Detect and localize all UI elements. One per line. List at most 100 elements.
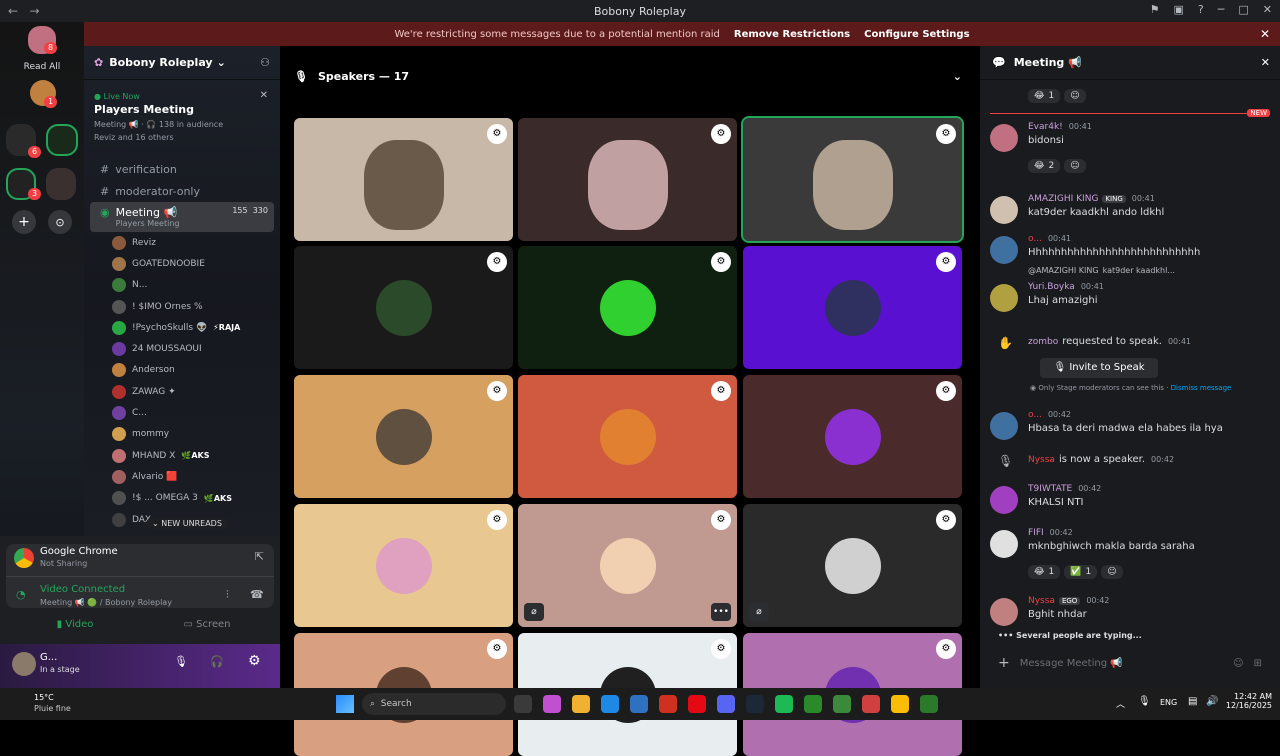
user-avatar[interactable] — [990, 486, 1018, 514]
voice-user[interactable]: N... — [84, 275, 280, 296]
voice-user[interactable]: Anderson — [84, 360, 280, 381]
voice-channel-meeting[interactable]: ◉ Meeting 📢 Players Meeting 155 330 — [90, 202, 274, 232]
speaker-tile[interactable]: ⚙ — [518, 375, 737, 498]
user-avatar[interactable] — [990, 196, 1018, 224]
voice-connected-status[interactable]: Video Connected — [40, 584, 125, 595]
message-username[interactable]: Nyssa — [1028, 455, 1055, 465]
configure-settings-link[interactable]: Configure Settings — [864, 29, 969, 40]
taskbar-app-icon[interactable] — [746, 695, 764, 713]
user-avatar[interactable] — [990, 236, 1018, 264]
screen-share-icon[interactable]: ▣ — [1174, 3, 1184, 16]
taskbar-app-icon[interactable] — [572, 695, 590, 713]
close-live-icon[interactable]: ✕ — [260, 90, 268, 101]
headphones-icon[interactable]: 🎧 — [210, 655, 224, 668]
message-input[interactable]: Message Meeting 📢 — [1020, 658, 1123, 669]
taskbar-app-icon[interactable] — [514, 695, 532, 713]
taskbar-app-icon[interactable] — [920, 695, 938, 713]
chevron-up-icon[interactable]: ︿ — [1116, 697, 1125, 710]
emoji-icon[interactable]: ☺ — [1233, 658, 1243, 669]
voice-user[interactable]: 24 MOUSSAOUI — [84, 338, 280, 359]
taskbar-app-icon[interactable] — [862, 695, 880, 713]
add-server-icon[interactable]: + — [12, 210, 36, 234]
voice-user[interactable]: ! $IMO Ornes % — [84, 296, 280, 317]
user-avatar[interactable] — [990, 530, 1018, 558]
guild-header[interactable]: ✿ Bobony Roleplay ⌄ ⚇ — [84, 46, 280, 80]
voice-user[interactable]: !PsychoSkulls 👽 ⚡RAJA — [84, 317, 280, 338]
voice-user[interactable]: MHAND X 🌿AKS — [84, 445, 280, 466]
message-username[interactable]: T9IWTATE — [1028, 484, 1072, 494]
add-attachment-icon[interactable]: + — [998, 655, 1010, 671]
taskbar-app-icon[interactable] — [717, 695, 735, 713]
voice-user[interactable]: C... — [84, 402, 280, 423]
more-options-icon[interactable]: ••• — [711, 603, 731, 621]
discover-icon[interactable]: ⊙ — [48, 210, 72, 234]
message-username[interactable]: Nyssa — [1028, 596, 1055, 606]
reaction-laugh[interactable]: 😂 2 — [1028, 159, 1061, 173]
add-reaction-icon[interactable]: ☺ — [1064, 159, 1086, 173]
taskbar-app-icon[interactable] — [775, 695, 793, 713]
reply-preview[interactable]: @AMAZIGHI KING kat9der kaadkhl... — [1028, 266, 1175, 275]
speaker-tile[interactable]: ⚙ — [518, 246, 737, 369]
video-button[interactable]: ▮ Video — [14, 616, 136, 634]
message-username[interactable]: zombo — [1028, 337, 1058, 347]
speaker-tile[interactable]: ⚙ — [294, 504, 513, 627]
invite-to-speak-button[interactable]: 🎙 Invite to Speak — [1040, 358, 1158, 378]
dismiss-message-link[interactable]: Dismiss message — [1171, 384, 1232, 392]
search-box[interactable]: ⌕ Search — [362, 693, 506, 715]
speaker-tile[interactable]: ⚙ — [743, 246, 962, 369]
taskbar-app-icon[interactable] — [659, 695, 677, 713]
voice-user[interactable]: GOATEDNOOBIE — [84, 253, 280, 274]
disconnect-icon[interactable]: ☎ — [250, 588, 264, 601]
remove-restrictions-link[interactable]: Remove Restrictions — [734, 29, 850, 40]
add-reaction-icon[interactable]: ☺ — [1101, 565, 1123, 579]
screen-button[interactable]: ▭ Screen — [146, 616, 268, 634]
add-reaction-icon[interactable]: ☺ — [1064, 89, 1086, 103]
collapse-chevron-icon[interactable]: ⌄ — [953, 70, 962, 83]
network-icon[interactable]: ▤ — [1188, 696, 1197, 707]
apps-icon[interactable]: ⊞ — [1254, 658, 1262, 669]
taskbar-app-icon[interactable] — [833, 695, 851, 713]
taskbar-app-icon[interactable] — [630, 695, 648, 713]
close-window-button[interactable]: ✕ — [1263, 3, 1272, 16]
windows-start-icon[interactable] — [336, 695, 354, 713]
reaction-check[interactable]: ✅ 1 — [1064, 565, 1098, 579]
settings-gear-icon[interactable]: ⚙ — [248, 653, 261, 669]
speaker-tile[interactable]: ⚙ — [294, 375, 513, 498]
nav-arrows[interactable]: ← → — [0, 4, 60, 18]
speaker-tile[interactable]: ⚙ ⌀ — [743, 504, 962, 627]
channel-moderator-only[interactable]: # moderator-only — [90, 180, 274, 202]
user-avatar[interactable] — [990, 284, 1018, 312]
close-chat-icon[interactable]: ✕ — [1261, 56, 1270, 69]
inbox-icon[interactable]: ⚑ — [1150, 3, 1160, 16]
maximize-button[interactable]: □ — [1238, 3, 1248, 16]
minimize-button[interactable]: ─ — [1218, 3, 1225, 16]
user-avatar[interactable] — [990, 124, 1018, 152]
language-indicator[interactable]: ENG — [1160, 698, 1177, 707]
help-icon[interactable]: ? — [1198, 3, 1204, 16]
user-avatar[interactable] — [12, 652, 36, 676]
new-unreads-pill[interactable]: ⌄ NEW UNREADS — [146, 518, 228, 529]
message-username[interactable]: AMAZIGHI KING — [1028, 194, 1098, 204]
clock[interactable]: 12:42 AM 12/16/2025 — [1222, 692, 1272, 710]
popout-icon[interactable]: ⇱ — [255, 550, 264, 563]
banner-close-icon[interactable]: ✕ — [1260, 27, 1270, 41]
voice-user[interactable]: !$ ... OMEGA 3 🌿AKS — [84, 488, 280, 509]
speaker-tile[interactable]: ⚙ ⌀ ••• — [518, 504, 737, 627]
reaction-laugh[interactable]: 😂 1 — [1028, 89, 1061, 103]
speaker-tile[interactable]: ⚙ — [294, 246, 513, 369]
weather-icon[interactable] — [10, 692, 32, 714]
taskbar-app-icon[interactable] — [601, 695, 619, 713]
speaker-tile[interactable]: ⚙ — [741, 116, 964, 243]
taskbar-app-icon[interactable] — [688, 695, 706, 713]
voice-user[interactable]: mommy — [84, 424, 280, 445]
user-avatar[interactable] — [990, 598, 1018, 626]
message-username[interactable]: o... — [1028, 234, 1042, 244]
speaker-tile[interactable]: ⚙ — [518, 118, 737, 241]
voice-user[interactable]: Alvario 🟥 — [84, 466, 280, 487]
speaker-tile[interactable]: ⚙ — [294, 118, 513, 241]
channel-verification[interactable]: # verification — [90, 158, 274, 180]
volume-icon[interactable]: 🔊 — [1206, 696, 1218, 707]
microphone-icon[interactable]: 🎙 — [174, 655, 188, 668]
server-folder-active[interactable] — [46, 124, 78, 156]
message-username[interactable]: FIFI — [1028, 528, 1044, 538]
